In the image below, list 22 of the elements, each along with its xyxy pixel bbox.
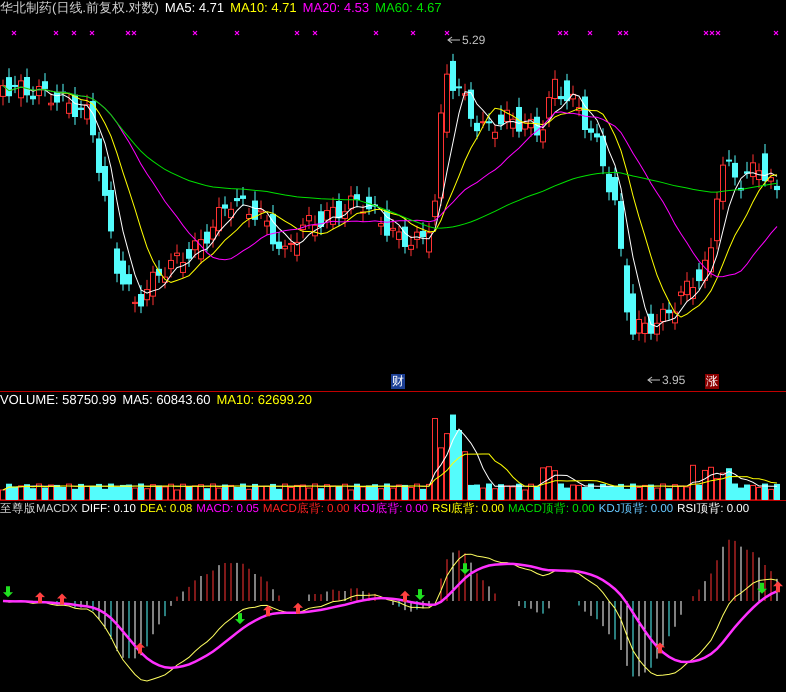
chart-title: 至尊版MACDX bbox=[0, 502, 78, 517]
indicator-label: MA5: 4.71 bbox=[164, 0, 224, 16]
high-price-label: 5.29 bbox=[462, 33, 486, 47]
indicator-label: MACD顶背: 0.00 bbox=[508, 502, 595, 517]
event-marker[interactable]: 涨 bbox=[705, 374, 719, 389]
indicator-label: MA60: 4.67 bbox=[375, 0, 442, 16]
indicator-label: MA10: 4.71 bbox=[230, 0, 297, 16]
chart-title: 华北制药(日线.前复权.对数) bbox=[0, 0, 159, 16]
indicator-label: RSI顶背: 0.00 bbox=[677, 502, 750, 517]
indicator-label: MACD: 0.05 bbox=[196, 502, 259, 517]
indicator-label: VOLUME: 58750.99 bbox=[0, 392, 116, 408]
indicator-label: DIFF: 0.10 bbox=[82, 502, 136, 517]
indicator-label: MA10: 62699.20 bbox=[216, 392, 312, 408]
indicator-label: RSI底背: 0.00 bbox=[432, 501, 504, 517]
indicator-label: MA20: 4.53 bbox=[302, 0, 370, 16]
indicator-label: MA5: 60843.60 bbox=[122, 392, 211, 408]
event-marker[interactable]: 财 bbox=[391, 374, 405, 389]
low-price-label: 3.95 bbox=[662, 373, 686, 387]
indicator-label: DEA: 0.08 bbox=[140, 502, 192, 517]
indicator-label: MACD底背: 0.00 bbox=[262, 501, 350, 517]
indicator-label: KDJ底背: 0.00 bbox=[354, 501, 428, 517]
indicator-label: KDJ顶背: 0.00 bbox=[598, 502, 674, 517]
